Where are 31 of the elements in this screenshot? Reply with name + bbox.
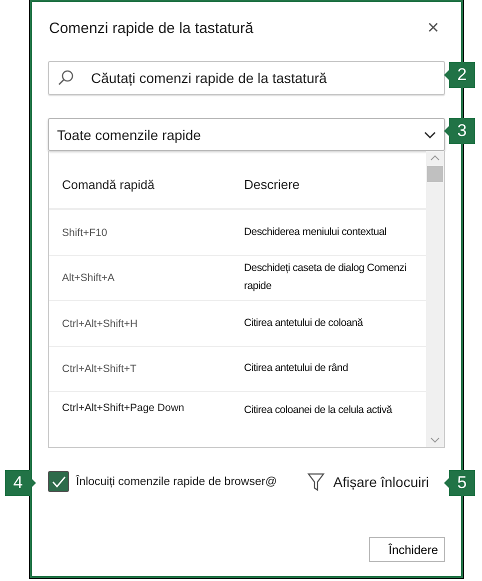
show-overrides-button[interactable]: Afișare înlocuiri: [307, 472, 445, 492]
pointer-icon: [444, 478, 449, 488]
checkbox[interactable]: [48, 471, 69, 492]
description-cell-text: Deschiderea meniului contextual: [244, 224, 388, 240]
shortcut-cell-text: Alt+Shift+A: [61, 272, 116, 284]
shortcut-cell-text: Ctrl+Alt+Shift+Page Down: [61, 402, 186, 414]
shortcut-cell-text: Ctrl+Alt+Shift+T: [61, 363, 138, 376]
column-header: Comandă rapidă: [61, 178, 156, 192]
checkbox-label: Înlocuiți comenzile rapide de browser@: [76, 476, 277, 488]
pointer-icon: [444, 70, 449, 80]
scroll-up-icon[interactable]: [430, 154, 440, 162]
description-cell-text: Citirea antetului de rând: [244, 361, 349, 376]
filter-icon: [307, 472, 326, 492]
scrollbar[interactable]: [426, 151, 444, 447]
shortcut-cell-text: Ctrl+Alt+Shift+H: [61, 318, 139, 330]
pointer-icon: [444, 126, 449, 136]
scrollbar-thumb[interactable]: [427, 166, 443, 182]
description-cell-text: Citirea coloanei de la celula activă: [244, 403, 394, 418]
description-cell-text: Deschideți caseta de dialog Comenzi rapide: [244, 261, 408, 294]
shortcut-cell-text: Shift+F10: [61, 226, 108, 239]
column-header: Descriere: [244, 177, 301, 192]
filter-dropdown[interactable]: Toate comenzile rapide: [48, 118, 445, 151]
search-field[interactable]: Căutați comenzi rapide de la tastatură: [48, 61, 445, 95]
checkmark-icon: [50, 474, 66, 488]
close-dialog-button[interactable]: Închidere: [369, 537, 445, 562]
search-icon: [57, 69, 75, 87]
chevron-down-icon: [424, 130, 436, 138]
description-cell-text: Citirea antetului de coloană: [244, 316, 364, 331]
scroll-down-icon[interactable]: [430, 436, 440, 444]
dialog-title: Comenzi rapide de la tastatură: [49, 20, 254, 36]
close-button[interactable]: ×: [421, 16, 445, 40]
